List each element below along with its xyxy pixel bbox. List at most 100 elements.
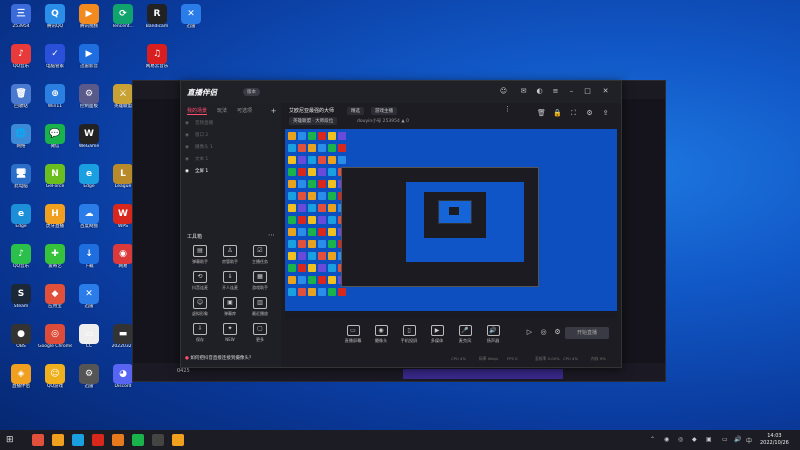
- add-scene-icon[interactable]: +: [269, 107, 278, 116]
- volume-icon[interactable]: 🔊: [734, 436, 741, 443]
- folder-icon[interactable]: [152, 434, 164, 446]
- chrome-icon[interactable]: [32, 434, 44, 446]
- go-live-button[interactable]: 开始直播: [565, 327, 609, 339]
- desktop-icon[interactable]: N GeForce: [38, 164, 72, 189]
- eye-icon[interactable]: ◉: [185, 143, 195, 153]
- netease-icon[interactable]: [92, 434, 104, 446]
- tool-button[interactable]: ▢ 更多: [247, 323, 273, 343]
- tab-1[interactable]: 玩法: [217, 107, 227, 114]
- desktop-icon[interactable]: ▶ 迅雷影音: [72, 44, 106, 69]
- fullscreen-icon[interactable]: ⛶: [569, 109, 578, 118]
- desktop-icon[interactable]: ⟳ Tencent...: [106, 4, 140, 29]
- scene-item[interactable]: ◉ 音频直播: [185, 119, 277, 129]
- desktop-icon[interactable]: ◈ 直播伴侣: [4, 364, 38, 389]
- edge-icon[interactable]: [72, 434, 84, 446]
- eye-icon[interactable]: ◉: [185, 119, 195, 129]
- stream-preview[interactable]: [285, 129, 617, 319]
- tray-app-icon[interactable]: ◉: [664, 436, 669, 443]
- eye-icon[interactable]: ◉: [185, 167, 195, 177]
- tool-button[interactable]: ✦ NEW: [217, 323, 243, 342]
- wechat-icon[interactable]: [132, 434, 144, 446]
- avatar-icon[interactable]: ☺: [499, 87, 508, 96]
- desktop-icon[interactable]: ◆ 应用宝: [38, 284, 72, 309]
- desktop-icon[interactable]: ☺ QQ游戏: [38, 364, 72, 389]
- desktop-icon[interactable]: 💬 微信: [38, 124, 72, 149]
- eye-icon[interactable]: ◉: [185, 131, 195, 141]
- scene-item[interactable]: ◉ 摄像头 1: [185, 143, 277, 153]
- more-tools-icon[interactable]: ⋯: [267, 231, 276, 240]
- lock-icon[interactable]: 🔒: [553, 109, 562, 118]
- room-actions-icon[interactable]: ⋮: [503, 105, 512, 114]
- tool-button[interactable]: ⟲ 抖音连麦: [187, 271, 213, 291]
- tray-app-icon-2[interactable]: ◎: [678, 436, 683, 443]
- mail-icon[interactable]: ✉: [519, 87, 528, 96]
- stream-settings-icon[interactable]: ⚙: [553, 328, 562, 337]
- desktop-icon[interactable]: ✕ 迅雷: [174, 4, 208, 29]
- desktop-icon[interactable]: ☁ 百度网盘: [72, 204, 106, 229]
- tool-button[interactable]: ⇩ 保存: [187, 323, 213, 343]
- settings-icon[interactable]: ⚙: [585, 109, 594, 118]
- desktop-icon[interactable]: ♫ 网易云音乐: [140, 44, 174, 69]
- desktop-icon[interactable]: 🖥 此电脑: [4, 164, 38, 189]
- desktop-icon[interactable]: ✓ 电脑管家: [38, 44, 72, 69]
- control-2[interactable]: ▯ 手机投屏: [395, 325, 423, 344]
- desktop-icon[interactable]: ⊕ Win11: [38, 84, 72, 109]
- desktop-icon[interactable]: ✚ 爱奇艺: [38, 244, 72, 269]
- scene-item[interactable]: ◉ 全屏 1: [185, 167, 277, 177]
- tencent-video-icon[interactable]: [112, 434, 124, 446]
- version-badge[interactable]: 版本: [243, 88, 260, 96]
- maximize-icon[interactable]: □: [583, 87, 592, 96]
- tray-app-icon-4[interactable]: ▣: [706, 436, 712, 443]
- desktop-icon[interactable]: ▭ CC: [72, 324, 106, 349]
- desktop-icon[interactable]: Q 腾讯QQ: [38, 4, 72, 29]
- scene-item[interactable]: ◉ 窗口 2: [185, 131, 277, 141]
- record-icon[interactable]: ◎: [539, 328, 548, 337]
- skin-icon[interactable]: ◐: [535, 87, 544, 96]
- tool-button[interactable]: ⇓ 开人连麦: [217, 271, 243, 291]
- obs-icon[interactable]: [52, 434, 64, 446]
- game-chip[interactable]: 游戏主播: [371, 107, 397, 115]
- tool-button[interactable]: ▥ 最近播放: [247, 297, 273, 317]
- desktop-icon[interactable]: R Bandicam: [140, 4, 174, 29]
- control-5[interactable]: 🔊 扬声器: [479, 325, 507, 344]
- control-4[interactable]: 🎤 麦克风: [451, 325, 479, 344]
- close-icon[interactable]: ✕: [601, 87, 610, 96]
- desktop-icon[interactable]: e Edge: [4, 204, 38, 229]
- desktop-icon[interactable]: W WeGame: [72, 124, 106, 149]
- desktop-icon[interactable]: ▶ 腾讯视频: [72, 4, 106, 29]
- control-1[interactable]: ◉ 摄像头: [367, 325, 395, 344]
- desktop-icon[interactable]: ⚙ 控制面板: [72, 84, 106, 109]
- clock[interactable]: 14:03 2022/10/26: [760, 433, 789, 447]
- app-window[interactable]: 直播伴侣 版本 ☺ ✉ ◐ ≡ – □ ✕ 我的场景 玩法 可选项 + ◉ 音频直播 ◉…: [180, 80, 622, 368]
- tool-button[interactable]: ♙ 房管助手: [217, 245, 243, 265]
- zhibo-icon[interactable]: [172, 434, 184, 446]
- tool-button[interactable]: ▤ 弹幕助手: [187, 245, 213, 265]
- camera-toggle-icon[interactable]: ▷: [525, 328, 534, 337]
- network-icon[interactable]: ▭: [722, 436, 728, 443]
- desktop-icon[interactable]: 🗑 回收站: [4, 84, 38, 109]
- desktop-icon[interactable]: S Steam: [4, 284, 38, 309]
- desktop-icon[interactable]: 三 253954: [4, 4, 38, 29]
- desktop-icon[interactable]: 🌐 网络: [4, 124, 38, 149]
- eye-icon[interactable]: ◉: [185, 155, 195, 165]
- tab-2[interactable]: 可选项: [237, 107, 252, 114]
- trash-icon[interactable]: 🗑: [537, 109, 546, 118]
- desktop-icon[interactable]: H 虎牙直播: [38, 204, 72, 229]
- minimize-icon[interactable]: –: [567, 87, 576, 96]
- desktop-icon[interactable]: ♪ QQ音乐: [4, 44, 38, 69]
- tool-button[interactable]: ☺ 虚拟形象: [187, 297, 213, 317]
- control-0[interactable]: ▭ 直播屏幕: [339, 325, 367, 344]
- tray-app-icon-3[interactable]: ◆: [692, 436, 697, 443]
- desktop-icon[interactable]: ♪ QQ音乐: [4, 244, 38, 269]
- share-icon[interactable]: ⇪: [601, 109, 610, 118]
- desktop-icon[interactable]: e Edge: [72, 164, 106, 189]
- windows-start-icon[interactable]: ⊞: [6, 435, 14, 445]
- scene-item[interactable]: ◉ 文本 1: [185, 155, 277, 165]
- menu-icon[interactable]: ≡: [551, 87, 560, 96]
- control-3[interactable]: ▶ 多媒体: [423, 325, 451, 344]
- category-chip[interactable]: 精选: [347, 107, 364, 115]
- desktop-icon[interactable]: ◎ Google Chrome: [38, 324, 72, 349]
- tool-button[interactable]: ▣ 弹幕库: [217, 297, 243, 317]
- desktop-icon[interactable]: ↓ 下载: [72, 244, 106, 269]
- desktop-icon[interactable]: ● OBS: [4, 324, 38, 349]
